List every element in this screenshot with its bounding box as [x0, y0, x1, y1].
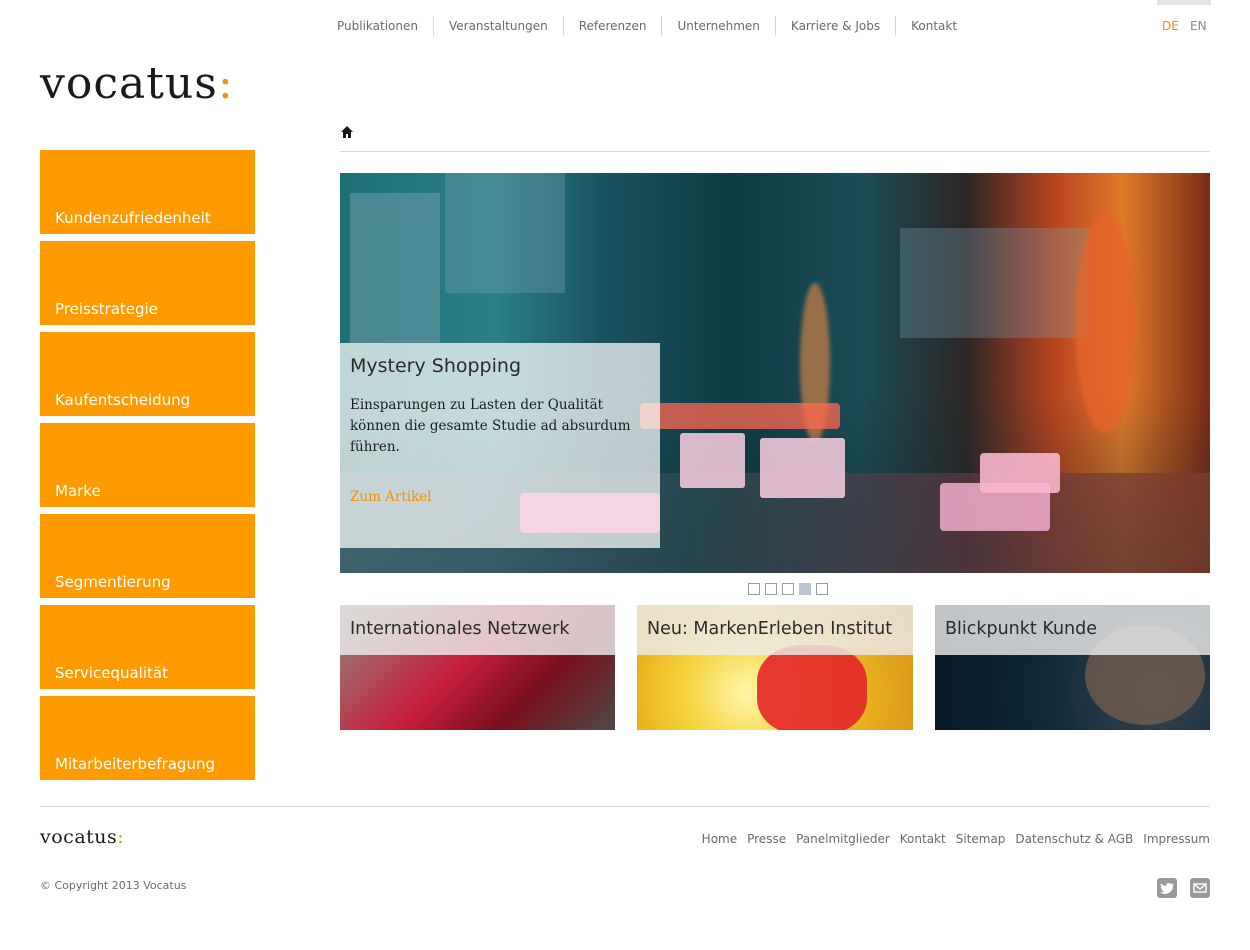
language-de[interactable]: DE	[1162, 16, 1179, 36]
breadcrumb	[340, 122, 1210, 152]
slider-dot-active[interactable]	[799, 583, 811, 595]
nav-unternehmen[interactable]: Unternehmen	[661, 16, 774, 36]
teaser-markenerleben-institut[interactable]: Neu: MarkenErleben Institut	[637, 605, 913, 730]
hero-text: Einsparungen zu Lasten der Qualität könn…	[350, 397, 631, 455]
hero-slider[interactable]: Mystery Shopping Einsparungen zu Lasten …	[340, 173, 1210, 573]
footer-link-impressum[interactable]: Impressum	[1143, 832, 1210, 846]
logo-accent: :	[217, 58, 234, 109]
footer-logo-text: vocatus	[40, 826, 118, 848]
nav-referenzen[interactable]: Referenzen	[562, 16, 662, 36]
twitter-icon[interactable]	[1157, 878, 1177, 898]
sidebar-item-label: Kaufentscheidung	[55, 391, 191, 409]
sidebar-item-segmentierung[interactable]: Segmentierung	[40, 514, 255, 598]
teaser-title: Blickpunkt Kunde	[945, 619, 1097, 639]
teaser-internationales-netzwerk[interactable]: Internationales Netzwerk	[340, 605, 615, 730]
hero-image-seat	[760, 438, 845, 498]
teaser-title: Neu: MarkenErleben Institut	[647, 619, 893, 639]
nav-veranstaltungen[interactable]: Veranstaltungen	[432, 16, 563, 36]
language-bar-decoration	[1157, 0, 1211, 5]
nav-kontakt[interactable]: Kontakt	[895, 16, 972, 36]
sidebar-item-label: Mitarbeiterbefragung	[55, 755, 215, 773]
sidebar-item-servicequalitaet[interactable]: Servicequalität	[40, 605, 255, 689]
footer-navigation: Home Presse Panelmitglieder Kontakt Site…	[692, 832, 1210, 846]
footer-logo-accent: :	[117, 826, 125, 848]
sidebar-item-label: Servicequalität	[55, 664, 168, 682]
footer-link-sitemap[interactable]: Sitemap	[956, 832, 1006, 846]
teaser-blickpunkt-kunde[interactable]: Blickpunkt Kunde	[935, 605, 1210, 730]
sidebar-item-label: Segmentierung	[55, 573, 171, 591]
sidebar: Kundenzufriedenheit Preisstrategie Kaufe…	[40, 150, 255, 787]
nav-karriere-jobs[interactable]: Karriere & Jobs	[774, 16, 895, 36]
language-en[interactable]: EN	[1190, 16, 1207, 36]
site-logo[interactable]: vocatus:	[40, 56, 234, 112]
hero-image-building	[445, 173, 565, 293]
footer-link-datenschutz-agb[interactable]: Datenschutz & AGB	[1015, 832, 1133, 846]
hero-title: Mystery Shopping	[350, 355, 521, 377]
teaser-image-dragon	[757, 645, 867, 730]
hero-image-building	[900, 228, 1090, 338]
sidebar-item-mitarbeiterbefragung[interactable]: Mitarbeiterbefragung	[40, 696, 255, 780]
footer-logo[interactable]: vocatus:	[40, 826, 124, 848]
logo-text: vocatus	[40, 58, 218, 109]
footer-link-presse[interactable]: Presse	[747, 832, 786, 846]
sidebar-item-label: Preisstrategie	[55, 300, 158, 318]
copyright: © Copyright 2013 Vocatus	[40, 879, 187, 892]
hero-caption: Mystery Shopping Einsparungen zu Lasten …	[340, 343, 660, 548]
home-icon[interactable]	[340, 124, 354, 138]
nav-publikationen[interactable]: Publikationen	[322, 16, 433, 36]
top-navigation: Publikationen Veranstaltungen Referenzen…	[322, 16, 972, 36]
slider-dot[interactable]	[748, 583, 760, 595]
sidebar-item-preisstrategie[interactable]: Preisstrategie	[40, 241, 255, 325]
teaser-title: Internationales Netzwerk	[350, 619, 570, 639]
footer-divider	[40, 806, 1210, 807]
slider-dot[interactable]	[765, 583, 777, 595]
slider-dot[interactable]	[782, 583, 794, 595]
slider-dot[interactable]	[816, 583, 828, 595]
sidebar-item-marke[interactable]: Marke	[40, 423, 255, 507]
hero-image-seat	[980, 453, 1060, 493]
mail-icon[interactable]	[1190, 878, 1210, 898]
hero-read-more-link[interactable]: Zum Artikel	[350, 489, 432, 505]
hero-image-curtain	[1075, 213, 1135, 433]
footer-link-panelmitglieder[interactable]: Panelmitglieder	[796, 832, 890, 846]
footer-link-kontakt[interactable]: Kontakt	[900, 832, 946, 846]
footer-link-home[interactable]: Home	[702, 832, 737, 846]
sidebar-item-label: Kundenzufriedenheit	[55, 209, 211, 227]
hero-image-table	[640, 403, 840, 429]
hero-image-building	[350, 193, 440, 343]
sidebar-item-label: Marke	[55, 482, 101, 500]
sidebar-item-kundenzufriedenheit[interactable]: Kundenzufriedenheit	[40, 150, 255, 234]
sidebar-item-kaufentscheidung[interactable]: Kaufentscheidung	[40, 332, 255, 416]
hero-image-seat	[680, 433, 745, 488]
slider-pagination	[748, 583, 833, 595]
